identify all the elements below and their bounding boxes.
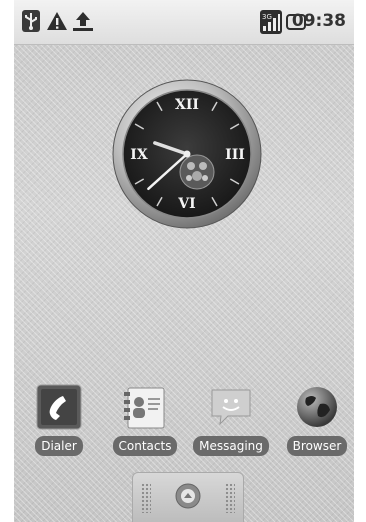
dialer-app[interactable]: Dialer (20, 384, 98, 456)
phone-icon (36, 384, 82, 430)
chevron-up-icon (174, 482, 202, 514)
status-time: 09:38 (291, 11, 346, 31)
drawer-grip-left (141, 483, 151, 513)
globe-icon (294, 384, 340, 430)
dialer-label: Dialer (35, 436, 83, 456)
warning-icon (46, 10, 68, 36)
browser-app[interactable]: Browser (278, 384, 354, 456)
svg-text:3G: 3G (262, 13, 272, 21)
network-3g-signal-icon: 3G (260, 10, 282, 38)
contacts-icon (122, 384, 168, 430)
numeral-xii: XII (175, 97, 199, 113)
android-emblem (179, 154, 215, 190)
browser-label: Browser (286, 436, 348, 456)
usb-icon (22, 10, 40, 36)
contacts-app[interactable]: Contacts (106, 384, 184, 456)
app-drawer-button[interactable] (132, 472, 244, 522)
home-screen: 3G 09:38 XII III VI IX Dialer Contacts M… (14, 0, 354, 522)
contacts-label: Contacts (112, 436, 178, 456)
numeral-vi: VI (177, 196, 195, 212)
numeral-ix: IX (130, 147, 148, 163)
messaging-app[interactable]: Messaging (192, 384, 270, 456)
clock-face: XII III VI IX (112, 79, 262, 229)
status-bar[interactable]: 3G 09:38 (14, 0, 354, 45)
analog-clock-widget[interactable]: XII III VI IX (111, 78, 263, 230)
messaging-label: Messaging (193, 436, 269, 456)
drawer-grip-right (225, 483, 235, 513)
messaging-icon (208, 384, 254, 430)
numeral-iii: III (225, 147, 245, 163)
upload-icon (72, 10, 94, 36)
